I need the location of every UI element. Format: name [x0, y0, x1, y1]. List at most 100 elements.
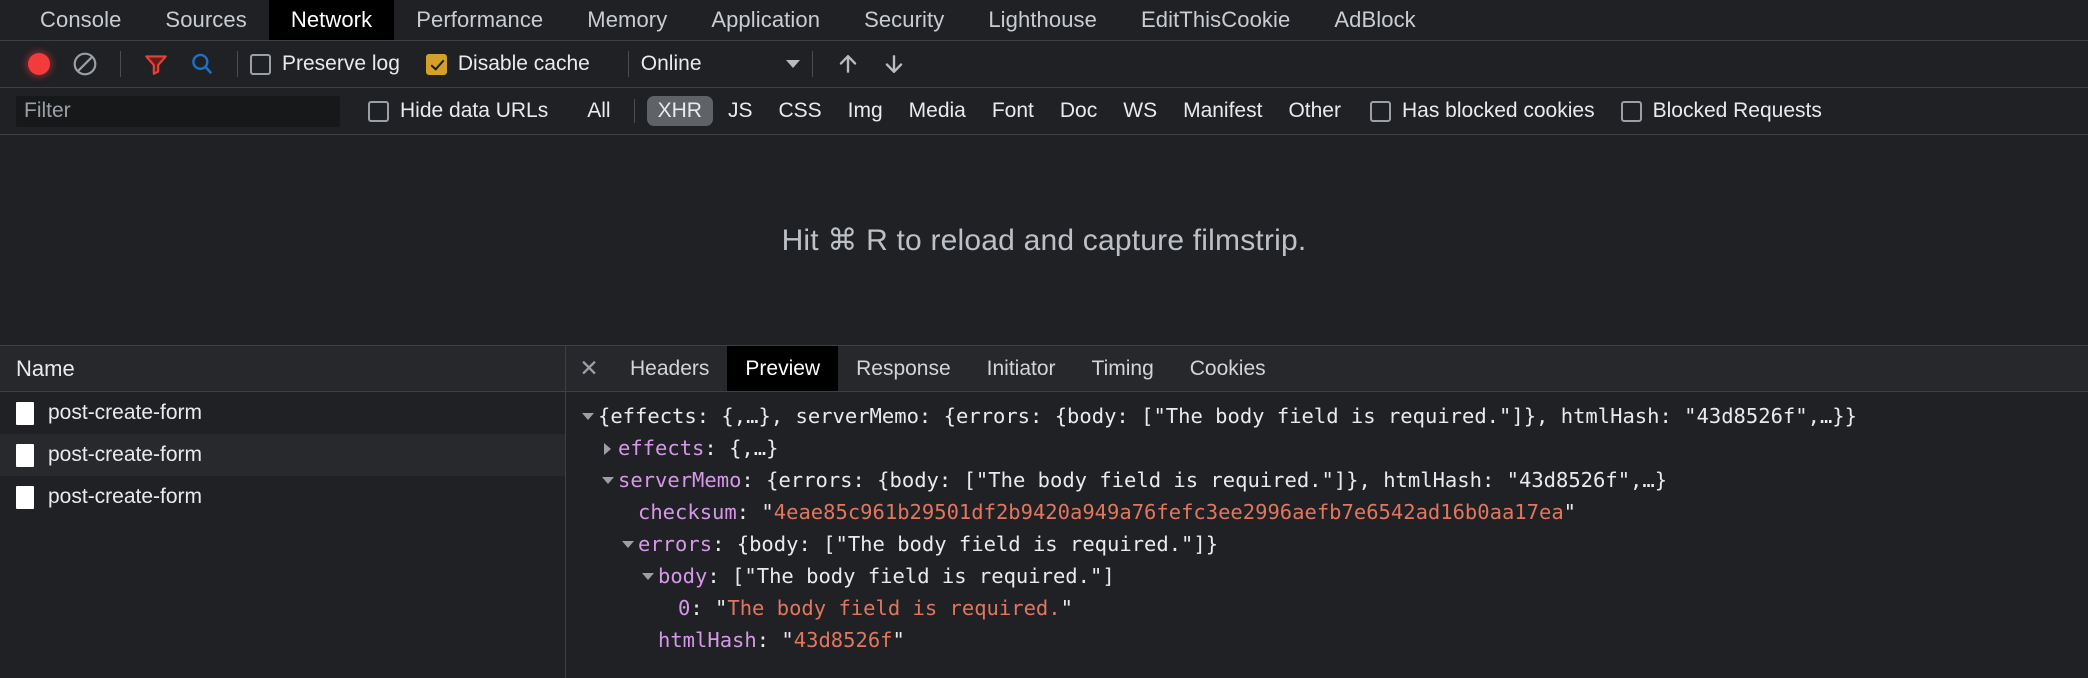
blocked-requests-label: Blocked Requests [1652, 99, 1822, 122]
json-punctuation: : "43d8526f",…}} [1659, 404, 1857, 428]
no-arrow-spacer [620, 496, 636, 528]
upload-arrow-icon [839, 55, 856, 73]
chevron-down-icon [785, 60, 800, 68]
throttling-value: Online [640, 52, 702, 75]
network-split-view: Name post-create-form post-create-form pos… [0, 346, 2088, 678]
type-filter-divider [633, 99, 635, 123]
json-string-value: 4eae85c961b29501df2b9420a949a76fefc3ee29… [773, 500, 1564, 524]
json-tree-line[interactable]: body: ["The body field is required."] [566, 560, 2088, 592]
type-filter-all[interactable]: All [576, 96, 621, 126]
disable-cache-label: Disable cache [457, 52, 590, 75]
devtools-tab-application[interactable]: Application [689, 0, 842, 40]
table-row[interactable]: post-create-form [0, 434, 565, 476]
triangle-down-icon[interactable] [620, 528, 636, 560]
filmstrip-message: Hit ⌘ R to reload and capture filmstrip. [781, 223, 1307, 257]
json-tree-line-content: htmlHash: "43d8526f" [658, 624, 905, 656]
request-list-pane: Name post-create-form post-create-form pos… [0, 346, 566, 678]
detail-tab-headers[interactable]: Headers [612, 346, 727, 391]
table-row[interactable]: post-create-form [0, 476, 565, 518]
devtools-tab-sources[interactable]: Sources [143, 0, 268, 40]
devtools-tab-console[interactable]: Console [18, 0, 143, 40]
blocked-requests-checkbox-box [1620, 100, 1642, 122]
type-filter-manifest[interactable]: Manifest [1172, 96, 1273, 126]
detail-tabbar: ✕ Headers Preview Response Initiator Timing C… [566, 346, 2088, 392]
devtools-tabbar: Console Sources Network Performance Memory Ap… [0, 0, 2088, 41]
detail-tab-response[interactable]: Response [838, 346, 969, 391]
type-filter-js[interactable]: JS [717, 96, 764, 126]
toolbar-divider-3 [627, 51, 629, 77]
triangle-right-icon[interactable] [600, 432, 616, 464]
toolbar-divider-4 [811, 51, 813, 77]
json-punctuation: serverMemo [795, 404, 919, 428]
table-row[interactable]: post-create-form [0, 392, 565, 434]
blocked-requests-checkbox[interactable]: Blocked Requests [1620, 99, 1822, 123]
devtools-tab-lighthouse[interactable]: Lighthouse [966, 0, 1119, 40]
json-key: serverMemo [618, 468, 742, 492]
devtools-tab-security[interactable]: Security [842, 0, 966, 40]
json-tree-line[interactable]: errors: {body: ["The body field is requi… [566, 528, 2088, 560]
json-punctuation: : " [756, 628, 794, 652]
type-filter-ws[interactable]: WS [1112, 96, 1168, 126]
json-punctuation: : { [1030, 404, 1068, 428]
triangle-down-icon[interactable] [600, 464, 616, 496]
type-filter-font[interactable]: Font [981, 96, 1045, 126]
json-tree-line-content: errors: {body: ["The body field is requi… [638, 528, 1218, 560]
import-har-button[interactable] [825, 41, 871, 87]
json-tree-line[interactable]: effects: {,…} [566, 432, 2088, 464]
json-key: 0 [678, 596, 691, 620]
type-filter-doc[interactable]: Doc [1049, 96, 1108, 126]
clear-circle-slash-icon [73, 52, 97, 76]
has-blocked-cookies-checkbox[interactable]: Has blocked cookies [1369, 99, 1595, 123]
filter-funnel-icon [145, 55, 167, 75]
devtools-tab-performance[interactable]: Performance [394, 0, 565, 40]
devtools-tab-adblock[interactable]: AdBlock [1312, 0, 1437, 40]
has-blocked-cookies-label: Has blocked cookies [1401, 99, 1595, 122]
json-tree-line[interactable]: 0: "The body field is required." [566, 592, 2088, 624]
request-list-header[interactable]: Name [0, 346, 565, 392]
preserve-log-checkbox[interactable]: Preserve log [250, 52, 400, 76]
json-punctuation: : {,…} [704, 436, 779, 460]
json-tree-line[interactable]: htmlHash: "43d8526f" [566, 624, 2088, 656]
json-punctuation: " [892, 628, 905, 652]
filter-input[interactable] [16, 95, 340, 127]
type-filter-css[interactable]: CSS [767, 96, 832, 126]
type-filter-xhr[interactable]: XHR [646, 96, 713, 126]
devtools-tab-network[interactable]: Network [268, 0, 395, 40]
devtools-tab-editthiscookie[interactable]: EditThisCookie [1119, 0, 1312, 40]
devtools-tab-memory[interactable]: Memory [565, 0, 689, 40]
json-tree-line[interactable]: checksum: "4eae85c961b29501df2b9420a949a… [566, 496, 2088, 528]
request-detail-pane: ✕ Headers Preview Response Initiator Timing C… [566, 346, 2088, 678]
triangle-down-icon[interactable] [640, 560, 656, 592]
type-filter-media[interactable]: Media [898, 96, 977, 126]
json-tree-line[interactable]: serverMemo: {errors: {body: ["The body f… [566, 464, 2088, 496]
hide-data-urls-checkbox[interactable]: Hide data URLs [368, 99, 548, 123]
request-rows: post-create-form post-create-form post-cre… [0, 392, 565, 518]
json-string-value: 43d8526f [793, 628, 893, 652]
clear-button[interactable] [62, 41, 108, 87]
close-icon[interactable]: ✕ [566, 346, 612, 391]
record-button[interactable] [16, 41, 62, 87]
document-icon [16, 401, 34, 425]
json-tree-line-content: {effects: {,…}, serverMemo: {errors: {bo… [598, 400, 1857, 432]
type-filter-img[interactable]: Img [837, 96, 894, 126]
disable-cache-checkbox[interactable]: Disable cache [425, 52, 590, 76]
throttling-select[interactable]: Online [641, 52, 800, 76]
json-tree-line-content: effects: {,…} [618, 432, 778, 464]
json-tree-line[interactable]: {effects: {,…}, serverMemo: {errors: {bo… [566, 400, 2088, 432]
filter-toggle-button[interactable] [133, 41, 179, 87]
triangle-down-icon[interactable] [580, 400, 596, 432]
export-har-button[interactable] [871, 41, 917, 87]
detail-tab-preview[interactable]: Preview [727, 346, 839, 391]
json-preview-tree[interactable]: {effects: {,…}, serverMemo: {errors: {bo… [566, 392, 2088, 678]
detail-tab-timing[interactable]: Timing [1074, 346, 1172, 391]
detail-tab-cookies[interactable]: Cookies [1172, 346, 1284, 391]
json-punctuation: htmlHash [1560, 404, 1660, 428]
document-icon [16, 485, 34, 509]
hide-data-urls-label: Hide data URLs [400, 99, 549, 122]
toolbar-divider-2 [237, 51, 238, 77]
disable-cache-checkbox-box [425, 53, 447, 75]
detail-tab-initiator[interactable]: Initiator [969, 346, 1074, 391]
type-filter-other[interactable]: Other [1277, 96, 1352, 126]
filmstrip-area: Hit ⌘ R to reload and capture filmstrip. [0, 135, 2088, 346]
search-button[interactable] [179, 41, 225, 87]
